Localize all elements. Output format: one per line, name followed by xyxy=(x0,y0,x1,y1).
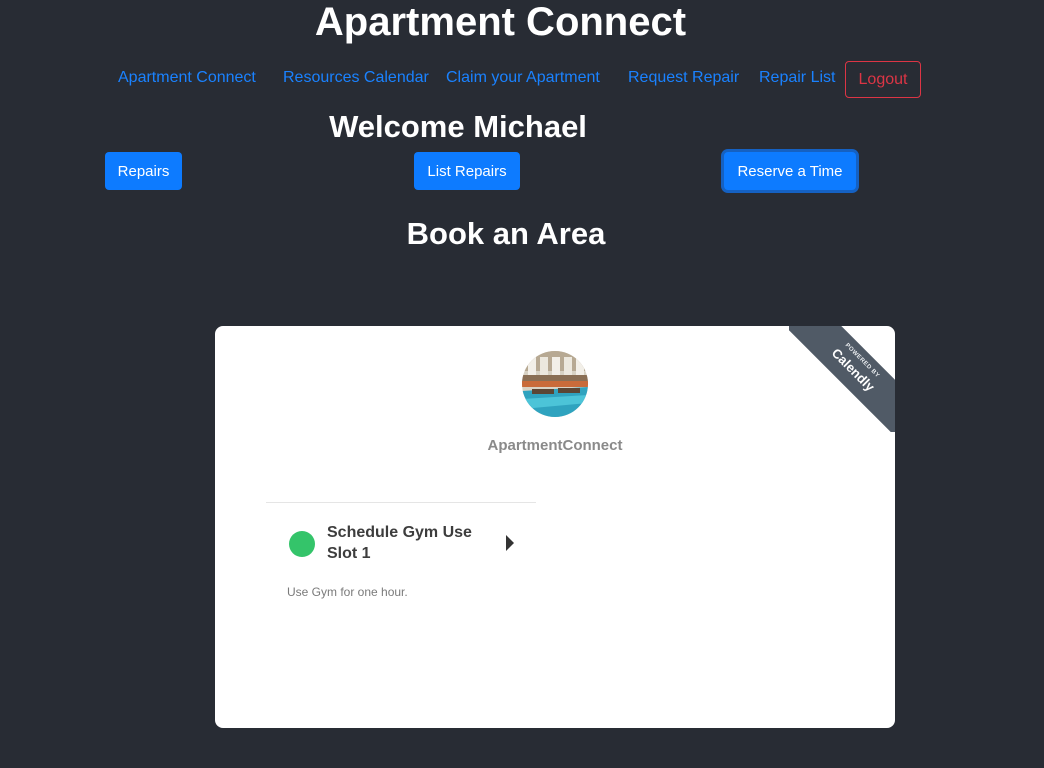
org-name: ApartmentConnect xyxy=(487,437,623,454)
nav-link-apartment-connect[interactable]: Apartment Connect xyxy=(118,69,256,87)
list-repairs-button[interactable]: List Repairs xyxy=(414,152,520,190)
event-color-dot xyxy=(289,531,315,557)
nav-link-repair-list[interactable]: Repair List xyxy=(759,69,835,87)
welcome-heading: Welcome Michael xyxy=(329,109,587,144)
nav-link-claim-apartment[interactable]: Claim your Apartment xyxy=(446,69,600,87)
caret-right-icon xyxy=(506,535,514,551)
book-area-heading: Book an Area xyxy=(406,216,606,251)
event-type-item[interactable]: Schedule Gym Use Slot 1 xyxy=(266,503,536,587)
nav-link-resources-calendar[interactable]: Resources Calendar xyxy=(283,69,429,87)
reserve-time-button[interactable]: Reserve a Time xyxy=(724,152,856,190)
page: Apartment Connect Apartment Connect Reso… xyxy=(0,0,1044,768)
calendly-widget: ApartmentConnect Schedule Gym Use Slot 1… xyxy=(215,326,895,728)
logout-button[interactable]: Logout xyxy=(845,61,921,98)
top-nav: Apartment Connect Resources Calendar Cla… xyxy=(0,61,1044,98)
repairs-button[interactable]: Repairs xyxy=(105,152,182,190)
site-title: Apartment Connect xyxy=(314,0,687,44)
org-avatar xyxy=(522,351,588,417)
powered-by-calendly-badge[interactable]: POWERED BY Calendly xyxy=(789,326,895,432)
ribbon-band: POWERED BY Calendly xyxy=(789,326,895,432)
event-description: Use Gym for one hour. xyxy=(287,585,408,599)
event-title: Schedule Gym Use Slot 1 xyxy=(327,524,472,562)
pool-photo-icon xyxy=(522,351,588,417)
nav-link-request-repair[interactable]: Request Repair xyxy=(628,69,739,87)
